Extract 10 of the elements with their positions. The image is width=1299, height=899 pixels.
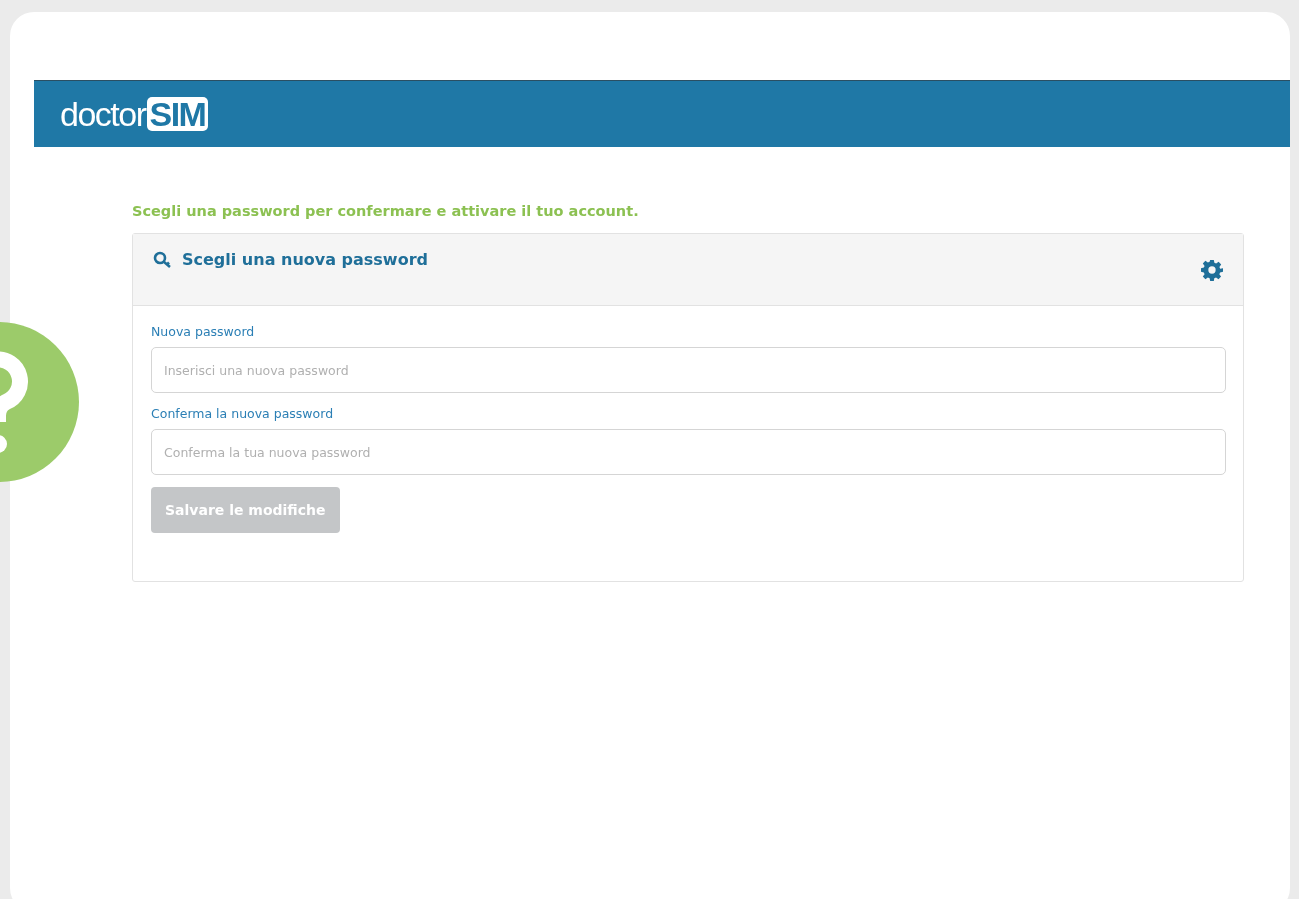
logo-text: doctor — [60, 94, 146, 134]
instruction-text: Scegli una password per confermare e attivare il tuo account. — [132, 203, 640, 219]
key-icon — [153, 251, 173, 269]
settings-icon[interactable] — [1201, 259, 1223, 281]
field-label: Nuova password — [151, 324, 256, 339]
logo-badge: SIM — [146, 97, 209, 131]
panel-title: Scegli una nuova password — [182, 250, 428, 269]
password-field[interactable]: Conferma la tua nuova password — [151, 429, 1226, 475]
field-label: Conferma la nuova password — [151, 406, 335, 421]
password-field[interactable]: Inserisci una nuova password — [151, 347, 1226, 393]
